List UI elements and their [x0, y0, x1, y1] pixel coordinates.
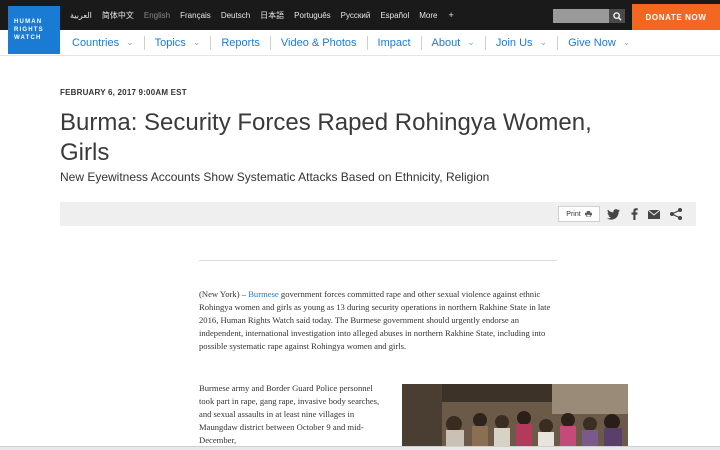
- language-link-9[interactable]: More: [419, 11, 437, 20]
- nav-item-label: Video & Photos: [280, 36, 357, 49]
- main-nav: Countries ⌄ Topics ⌄ Reports Video & Photos Im…: [62, 30, 640, 55]
- chevron-down-icon: ⌄: [126, 37, 134, 47]
- printer-icon: [584, 211, 592, 217]
- nav-item-label: Reports: [221, 36, 260, 49]
- burmese-link[interactable]: Burmese: [248, 289, 279, 299]
- article-photo: [402, 384, 628, 450]
- article-dateline: FEBRUARY 6, 2017 9:00AM EST: [60, 88, 187, 97]
- article-divider: [199, 260, 557, 261]
- search-icon: [612, 11, 622, 21]
- language-link-6[interactable]: Português: [294, 11, 330, 20]
- main-nav-bar: Countries ⌄ Topics ⌄ Reports Video & Photos Im…: [0, 30, 720, 56]
- language-link-2[interactable]: English: [144, 11, 170, 20]
- language-link-1[interactable]: 简体中文: [102, 10, 134, 21]
- share-bar: Print: [60, 202, 696, 226]
- nav-item-impact[interactable]: Impact: [366, 35, 421, 50]
- nav-item-label: Topics: [154, 36, 186, 49]
- nav-item-video-photos[interactable]: Video & Photos: [269, 35, 367, 50]
- hrw-logo[interactable]: HUMAN RIGHTS WATCH: [8, 6, 60, 54]
- horizontal-scrollbar[interactable]: [0, 446, 720, 450]
- logo-line-1: HUMAN: [14, 19, 43, 25]
- nav-item-countries[interactable]: Countries ⌄: [62, 36, 144, 50]
- search-button[interactable]: [609, 9, 625, 23]
- language-link-4[interactable]: Deutsch: [221, 11, 250, 20]
- twitter-icon[interactable]: [606, 207, 620, 221]
- language-switcher: العربية 简体中文 English Français Deutsch 日本語 Port…: [70, 0, 454, 30]
- email-icon[interactable]: [647, 207, 661, 221]
- facebook-icon[interactable]: [627, 207, 641, 221]
- donate-button[interactable]: DONATE NOW: [632, 4, 720, 30]
- nav-item-about[interactable]: About ⌄: [420, 35, 485, 50]
- language-link-0[interactable]: العربية: [70, 11, 92, 20]
- nav-item-reports[interactable]: Reports: [210, 35, 270, 50]
- logo-line-2: RIGHTS: [14, 27, 44, 33]
- nav-item-give-now[interactable]: Give Now ⌄: [557, 35, 640, 50]
- article-headline: Burma: Security Forces Raped Rohingya Wo…: [60, 108, 660, 168]
- logo-line-3: WATCH: [14, 35, 42, 41]
- language-link-5[interactable]: 日本語: [260, 10, 284, 21]
- headline-line-2: Girls: [60, 139, 110, 166]
- nav-item-label: Give Now: [568, 36, 616, 49]
- top-bar: العربية 简体中文 English Français Deutsch 日本語 Port…: [0, 0, 720, 30]
- chevron-down-icon: ⌄: [467, 37, 475, 47]
- chevron-down-icon: ⌄: [539, 37, 548, 47]
- headline-line-1: Burma: Security Forces Raped Rohingya Wo…: [60, 109, 592, 136]
- nav-item-topics[interactable]: Topics ⌄: [143, 35, 211, 50]
- language-link-3[interactable]: Français: [180, 11, 211, 20]
- nav-item-label: About: [431, 36, 461, 49]
- language-link-8[interactable]: Español: [380, 11, 409, 20]
- article-paragraph-1: (New York) – Burmese government forces c…: [199, 288, 561, 353]
- more-languages-plus-icon[interactable]: +: [448, 10, 453, 20]
- print-button[interactable]: Print: [558, 206, 600, 222]
- print-label: Print: [566, 210, 581, 218]
- nav-item-label: Join Us: [495, 36, 533, 49]
- article-subtitle: New Eyewitness Accounts Show Systematic …: [60, 170, 490, 184]
- language-link-7[interactable]: Русский: [341, 11, 371, 20]
- share-icon[interactable]: [669, 207, 683, 221]
- chevron-down-icon: ⌄: [622, 37, 631, 47]
- article-paragraph-2: Burmese army and Border Guard Police per…: [199, 383, 380, 446]
- search-input[interactable]: [553, 9, 609, 23]
- p1-prefix: (New York) –: [199, 289, 249, 299]
- nav-item-label: Impact: [377, 36, 411, 49]
- nav-item-label: Countries: [72, 36, 120, 49]
- chevron-down-icon: ⌄: [192, 37, 201, 47]
- nav-item-join-us[interactable]: Join Us ⌄: [484, 35, 557, 50]
